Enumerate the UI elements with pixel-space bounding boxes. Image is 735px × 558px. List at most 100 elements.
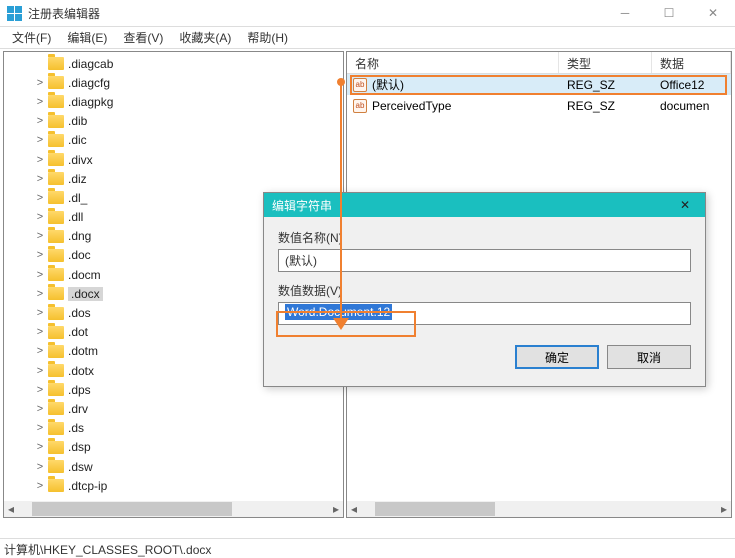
folder-icon bbox=[48, 172, 64, 185]
tree-hscrollbar[interactable]: ◂ ▸ bbox=[4, 501, 343, 517]
scroll-left-icon[interactable]: ◂ bbox=[347, 502, 361, 516]
expand-icon[interactable]: > bbox=[34, 461, 46, 473]
tree-item[interactable]: >.dsp bbox=[34, 438, 343, 457]
expand-icon[interactable]: > bbox=[34, 403, 46, 415]
expand-icon[interactable]: > bbox=[34, 384, 46, 396]
folder-icon bbox=[48, 249, 64, 262]
cell-data: documen bbox=[652, 99, 731, 113]
tree-item[interactable]: >.ds bbox=[34, 419, 343, 438]
tree-item-label: .dll bbox=[68, 210, 83, 224]
expand-icon[interactable]: > bbox=[34, 192, 46, 204]
expand-icon[interactable]: > bbox=[34, 345, 46, 357]
cell-name: ab(默认) bbox=[347, 76, 559, 93]
menubar: 文件(F) 编辑(E) 查看(V) 收藏夹(A) 帮助(H) bbox=[0, 27, 735, 49]
tree-item[interactable]: .diagcab bbox=[34, 54, 343, 73]
window-controls: ─ ☐ ✕ bbox=[603, 0, 735, 27]
tree-item[interactable]: > .diz bbox=[34, 169, 343, 188]
tree-item-label: .dot bbox=[68, 325, 88, 339]
menu-favorites[interactable]: 收藏夹(A) bbox=[171, 27, 239, 48]
tree-item-label: .diagcfg bbox=[68, 76, 110, 90]
value-name-input[interactable]: (默认) bbox=[278, 249, 691, 272]
window-title: 注册表编辑器 bbox=[28, 5, 100, 22]
scroll-right-icon[interactable]: ▸ bbox=[329, 502, 343, 516]
tree-item-label: .dotm bbox=[68, 344, 98, 358]
string-value-icon: ab bbox=[353, 99, 367, 113]
expand-icon[interactable]: > bbox=[34, 96, 46, 108]
expand-icon[interactable]: > bbox=[34, 365, 46, 377]
col-header-name[interactable]: 名称 bbox=[347, 52, 559, 73]
folder-icon bbox=[48, 460, 64, 473]
expand-icon[interactable]: > bbox=[34, 307, 46, 319]
value-data-input[interactable]: Word.Document.12 bbox=[278, 302, 691, 325]
tree-item[interactable]: > .drv bbox=[34, 399, 343, 418]
folder-icon bbox=[48, 95, 64, 108]
menu-view[interactable]: 查看(V) bbox=[115, 27, 171, 48]
expand-icon[interactable]: > bbox=[34, 288, 46, 300]
scroll-thumb[interactable] bbox=[32, 502, 232, 516]
tree-item-label: .diz bbox=[68, 172, 87, 186]
expand-icon[interactable]: > bbox=[34, 480, 46, 492]
dialog-title: 编辑字符串 bbox=[272, 197, 332, 214]
maximize-button[interactable]: ☐ bbox=[647, 0, 691, 27]
expand-icon[interactable]: > bbox=[34, 134, 46, 146]
expand-icon[interactable]: > bbox=[34, 211, 46, 223]
list-hscrollbar[interactable]: ◂ ▸ bbox=[347, 501, 731, 517]
dialog-titlebar[interactable]: 编辑字符串 ✕ bbox=[264, 193, 705, 217]
scroll-left-icon[interactable]: ◂ bbox=[4, 502, 18, 516]
minimize-button[interactable]: ─ bbox=[603, 0, 647, 27]
menu-file[interactable]: 文件(F) bbox=[4, 27, 59, 48]
tree-item-label: .dps bbox=[68, 383, 91, 397]
tree-item-label: .drv bbox=[68, 402, 88, 416]
tree-item-label: .dib bbox=[68, 114, 87, 128]
cancel-button[interactable]: 取消 bbox=[607, 345, 691, 369]
list-row[interactable]: abPerceivedTypeREG_SZdocumen bbox=[347, 95, 731, 116]
tree-item[interactable]: >.dsw bbox=[34, 457, 343, 476]
folder-icon bbox=[48, 326, 64, 339]
list-row[interactable]: ab(默认)REG_SZOffice12 bbox=[347, 74, 731, 95]
col-header-data[interactable]: 数据 bbox=[652, 52, 731, 73]
folder-icon bbox=[48, 307, 64, 320]
tree-item-label: .dos bbox=[68, 306, 91, 320]
cell-type: REG_SZ bbox=[559, 99, 652, 113]
expand-icon[interactable]: > bbox=[34, 115, 46, 127]
expand-icon[interactable]: > bbox=[34, 422, 46, 434]
tree-item[interactable]: >.diagpkg bbox=[34, 92, 343, 111]
tree-item[interactable]: > .diagcfg bbox=[34, 73, 343, 92]
dialog-close-button[interactable]: ✕ bbox=[665, 198, 705, 212]
list-header: 名称 类型 数据 bbox=[347, 52, 731, 74]
folder-icon bbox=[48, 364, 64, 377]
menu-edit[interactable]: 编辑(E) bbox=[59, 27, 115, 48]
tree-item[interactable]: >.divx bbox=[34, 150, 343, 169]
expand-icon[interactable]: > bbox=[34, 269, 46, 281]
expand-icon[interactable]: > bbox=[34, 77, 46, 89]
ok-button[interactable]: 确定 bbox=[515, 345, 599, 369]
folder-icon bbox=[48, 268, 64, 281]
expand-icon[interactable]: > bbox=[34, 154, 46, 166]
col-header-type[interactable]: 类型 bbox=[559, 52, 652, 73]
menu-help[interactable]: 帮助(H) bbox=[239, 27, 296, 48]
list-body[interactable]: ab(默认)REG_SZOffice12abPerceivedTypeREG_S… bbox=[347, 74, 731, 116]
scroll-right-icon[interactable]: ▸ bbox=[717, 502, 731, 516]
folder-icon bbox=[48, 76, 64, 89]
folder-icon bbox=[48, 287, 64, 300]
expand-icon[interactable]: > bbox=[34, 230, 46, 242]
folder-icon bbox=[48, 345, 64, 358]
tree-item[interactable]: > .dib bbox=[34, 112, 343, 131]
tree-item[interactable]: > .dic bbox=[34, 131, 343, 150]
tree-item[interactable]: > .dtcp-ip bbox=[34, 476, 343, 495]
titlebar: 注册表编辑器 ─ ☐ ✕ bbox=[0, 0, 735, 27]
close-button[interactable]: ✕ bbox=[691, 0, 735, 27]
tree-item-label: .dl_ bbox=[68, 191, 87, 205]
folder-icon bbox=[48, 422, 64, 435]
expand-icon[interactable]: > bbox=[34, 173, 46, 185]
expand-icon[interactable]: > bbox=[34, 326, 46, 338]
expand-icon[interactable]: > bbox=[34, 441, 46, 453]
expand-icon[interactable]: > bbox=[34, 249, 46, 261]
value-name-label: 数值名称(N) bbox=[278, 229, 691, 246]
tree-item-label: .dtcp-ip bbox=[68, 479, 107, 493]
edit-string-dialog: 编辑字符串 ✕ 数值名称(N) (默认) 数值数据(V) Word.Docume… bbox=[263, 192, 706, 387]
scroll-thumb[interactable] bbox=[375, 502, 495, 516]
folder-icon bbox=[48, 153, 64, 166]
tree-item-label: .dic bbox=[68, 133, 87, 147]
cell-name: abPerceivedType bbox=[347, 99, 559, 113]
